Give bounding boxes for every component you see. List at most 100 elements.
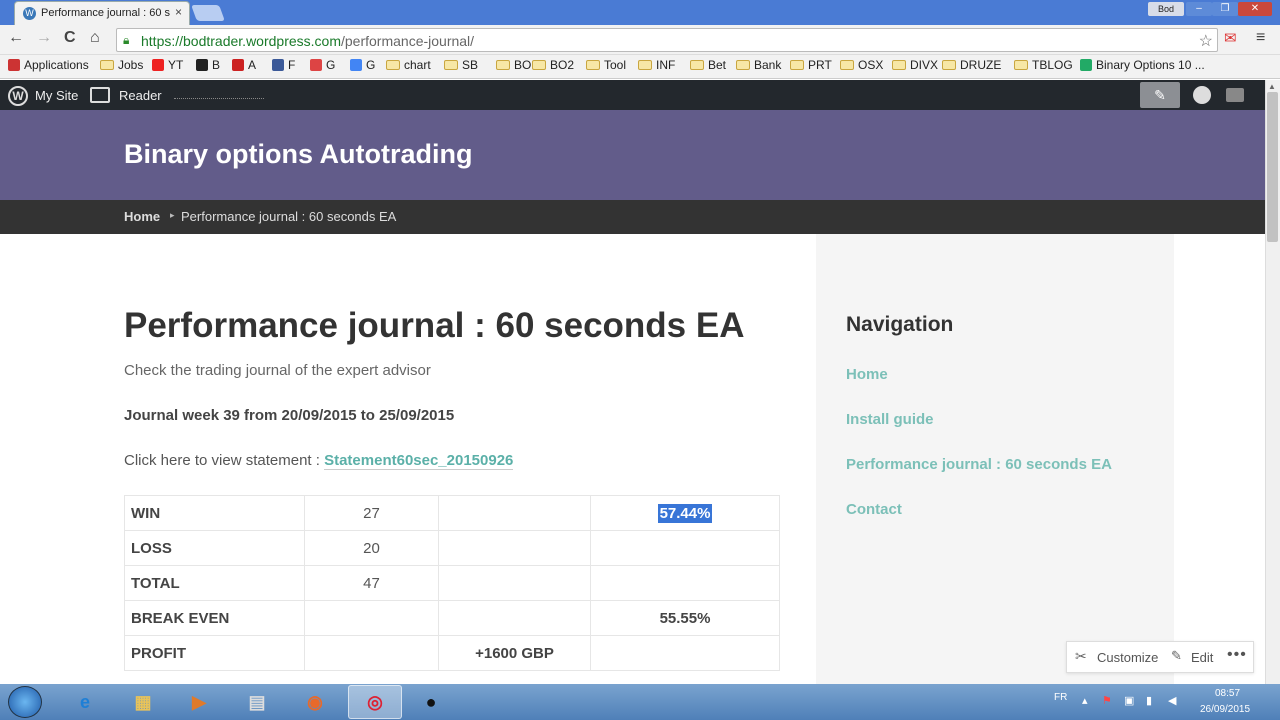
bookmark-item[interactable]: SB [444,58,478,72]
forward-arrow-icon[interactable]: → [36,29,52,47]
minimize-button[interactable]: – [1186,2,1212,16]
folder-icon [586,60,600,70]
bookmark-item[interactable]: BO [496,58,531,72]
scrollbar-thumb[interactable] [1267,92,1278,242]
browser-toolbar: ← → C ⌂ 🔒︎ https://bodtrader.wordpress.c… [0,25,1280,55]
file-explorer-icon[interactable]: ▦ [120,687,166,717]
gmail-icon[interactable]: ✉ [1224,29,1244,49]
bookmark-item[interactable]: OSX [840,58,883,72]
sidebar-link-performance-journal[interactable]: Performance journal : 60 seconds EA [846,456,1112,473]
volume-icon[interactable]: ◀ [1168,694,1176,707]
bookmark-label: G [366,58,376,72]
more-options-button[interactable]: ••• [1227,646,1247,664]
wp-admin-bar: W My Site Reader [0,80,1265,110]
bookmark-label: DIVX [910,58,939,72]
bookmark-item[interactable]: F [272,58,295,72]
tab-close-icon[interactable]: × [175,5,182,19]
bookmark-label: Bet [708,58,727,72]
notifications-icon[interactable] [1226,88,1244,102]
bookmark-item[interactable]: chart [386,58,431,72]
facebook-icon [272,59,284,71]
bookmark-item[interactable]: A [232,58,256,72]
sidebar-link-home[interactable]: Home [846,366,888,383]
device-icon[interactable]: ▣ [1124,694,1134,707]
table-cell [438,600,591,636]
lock-icon: 🔒︎ [123,33,130,47]
bookmark-item[interactable]: YT [152,58,183,72]
new-tab-button[interactable] [191,5,225,21]
sidebar-link-contact[interactable]: Contact [846,501,902,518]
site-title[interactable]: Binary options Autotrading [124,139,472,170]
site-icon [1080,59,1092,71]
bookmark-item[interactable]: Bank [736,58,781,72]
selected-text[interactable]: 57.44% [657,503,713,523]
table-cell: WIN [124,495,305,531]
write-post-button[interactable]: ✎ [1140,82,1180,108]
edit-button[interactable]: Edit [1191,650,1213,665]
chrome-menu-icon[interactable]: ≡ [1256,29,1265,47]
reader-icon[interactable] [90,87,110,103]
bookmark-item[interactable]: INF [638,58,675,72]
bookmark-label: G [326,58,336,72]
bookmark-item[interactable]: G [350,58,375,72]
bookmark-item[interactable]: Jobs [100,58,143,72]
breadcrumb-current: Performance journal : 60 seconds EA [181,209,397,224]
customize-button[interactable]: Customize [1097,650,1158,665]
language-indicator[interactable]: FR [1054,692,1067,703]
bookmark-item[interactable]: Bet [690,58,726,72]
table-row: BREAK EVEN 55.55% [124,600,780,636]
start-button[interactable] [8,686,42,718]
bookmark-label: F [288,58,296,72]
bookmark-item[interactable]: DRUZE [942,58,1001,72]
bookmark-label: OSX [858,58,884,72]
wordpress-logo-icon[interactable]: W [8,86,28,106]
bookmark-item[interactable]: BO2 [532,58,574,72]
tray-arrow-icon[interactable]: ▴ [1082,694,1088,707]
reader-link[interactable]: Reader [119,88,162,103]
clock-time[interactable]: 08:57 [1215,688,1240,699]
home-icon[interactable]: ⌂ [90,29,100,47]
obs-icon[interactable]: ● [408,687,454,717]
sidebar-link-install-guide[interactable]: Install guide [846,411,934,428]
bookmark-item[interactable]: B [196,58,220,72]
action-center-icon[interactable]: ⚑ [1102,694,1112,707]
table-cell: 57.44% [590,495,780,531]
internet-explorer-icon[interactable]: e [62,687,108,717]
bookmark-item[interactable]: PRT [790,58,832,72]
maximize-button[interactable]: ❐ [1212,2,1238,16]
bookmark-item[interactable]: Applications [8,58,89,72]
pencil-icon: ✎ [1171,648,1182,663]
bookmark-item[interactable]: Binary Options 10 ... [1080,58,1205,72]
scroll-up-icon[interactable]: ▲ [1268,82,1276,91]
bookmark-label: chart [404,58,431,72]
profile-button[interactable]: Bod [1148,2,1184,16]
calculator-icon[interactable]: ▤ [234,687,280,717]
close-window-button[interactable]: ✕ [1238,2,1272,16]
gmail-icon [310,59,322,71]
bookmark-item[interactable]: Tool [586,58,626,72]
wordpress-favicon-icon: W [23,7,36,20]
breadcrumb-separator-icon: ▸ [170,210,175,220]
breadcrumb-home-link[interactable]: Home [124,209,160,224]
bookmark-item[interactable]: G [310,58,335,72]
address-bar[interactable]: 🔒︎ https://bodtrader.wordpress.com/perfo… [116,28,1218,52]
a-icon [232,59,244,71]
bookmark-star-icon[interactable]: ☆ [1199,31,1213,51]
bookmark-label: DRUZE [960,58,1002,72]
media-player-icon[interactable]: ▶ [176,687,222,717]
back-arrow-icon[interactable]: ← [8,29,24,47]
reload-icon[interactable]: C [64,29,76,47]
avatar[interactable] [1193,86,1211,104]
browser-tab[interactable]: W Performance journal : 60 s × [14,1,190,25]
bookmark-label: BO [514,58,532,72]
statement-link[interactable]: Statement60sec_20150926 [324,452,514,470]
admin-bar-divider [174,98,264,99]
bookmark-item[interactable]: DIVX [892,58,938,72]
clock-date[interactable]: 26/09/2015 [1200,704,1250,715]
table-cell: PROFIT [124,635,305,671]
bookmark-item[interactable]: TBLOG [1014,58,1073,72]
firefox-icon[interactable]: ◉ [292,687,338,717]
my-site-link[interactable]: My Site [35,88,78,103]
network-icon[interactable]: ▮ [1146,694,1152,707]
table-row: LOSS 20 [124,530,780,566]
